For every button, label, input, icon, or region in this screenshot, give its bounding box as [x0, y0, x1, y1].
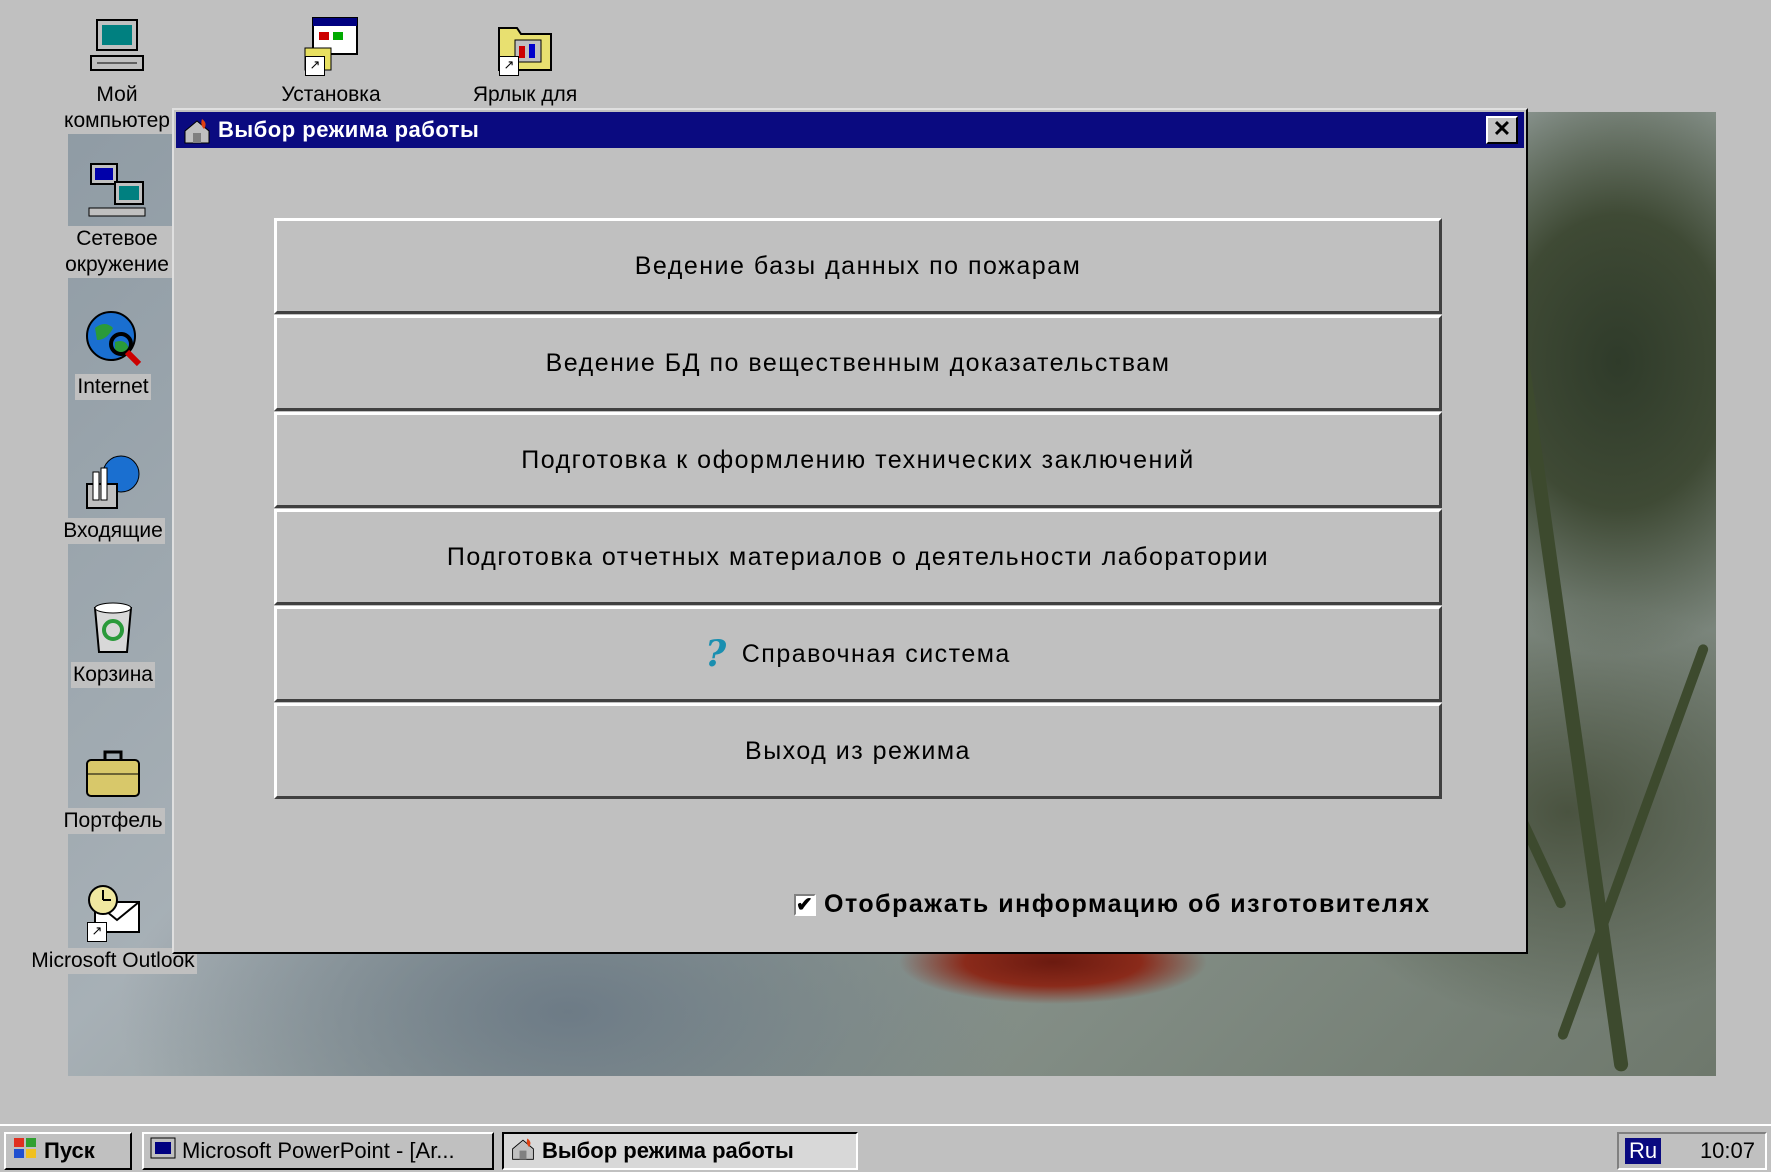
taskbar: Пуск Microsoft PowerPoint - [Ar... Выбор…: [0, 1124, 1771, 1172]
clock[interactable]: 10:07: [1700, 1138, 1755, 1164]
windows-logo-icon: [12, 1136, 38, 1166]
desktop-icon-label: Internet: [75, 374, 151, 400]
desktop-icon-network[interactable]: Сетевое окружение: [42, 158, 192, 278]
wallpaper-branch: [1556, 642, 1710, 1042]
help-question-icon: ?: [705, 633, 728, 675]
network-computers-icon: [85, 158, 149, 222]
show-vendor-info-checkbox[interactable]: ✔: [794, 893, 816, 916]
exit-mode-button[interactable]: Выход из режима: [274, 703, 1442, 799]
desktop-icon-label: Входящие: [61, 518, 165, 544]
folder-tools-icon: ↗: [493, 14, 557, 78]
recycle-bin-icon: [81, 594, 145, 658]
checkmark-icon: ✔: [796, 893, 815, 916]
setup-window-icon: ↗: [299, 14, 363, 78]
evidence-database-button[interactable]: Ведение БД по вещественным доказательств…: [274, 315, 1442, 411]
powerpoint-icon: [150, 1137, 176, 1165]
button-label: Справочная система: [741, 639, 1011, 668]
button-label: Выход из режима: [745, 736, 971, 765]
language-indicator[interactable]: Ru: [1625, 1138, 1662, 1164]
shortcut-arrow-icon: ↗: [499, 56, 519, 76]
desktop-icon-label: Корзина: [71, 662, 155, 688]
desktop-icon-shortcut[interactable]: ↗ Ярлык для: [450, 14, 600, 108]
desktop-icon-recycle-bin[interactable]: Корзина: [38, 594, 188, 688]
task-label: Выбор режима работы: [542, 1138, 794, 1163]
desktop-icon-label: Ярлык для: [470, 82, 580, 108]
inbox-tray-icon: [81, 450, 145, 514]
button-label: Подготовка к оформлению технических закл…: [521, 445, 1195, 474]
desktop-icon-briefcase[interactable]: Портфель: [38, 740, 188, 834]
desktop-icon-label: Установка: [279, 82, 383, 108]
taskbar-task-powerpoint[interactable]: Microsoft PowerPoint - [Ar...: [142, 1132, 494, 1170]
desktop-icon-setup[interactable]: ↗ Установка: [256, 14, 406, 108]
desktop-icon-label: Портфель: [61, 808, 165, 834]
start-label: Пуск: [44, 1138, 95, 1163]
outlook-clock-envelope-icon: ↗: [81, 880, 145, 944]
checkbox-label: Отображать информацию об изготовителях: [824, 890, 1431, 918]
button-label: Ведение БД по вещественным доказательств…: [545, 348, 1171, 377]
technical-conclusions-button[interactable]: Подготовка к оформлению технических закл…: [274, 412, 1442, 508]
button-label: Ведение базы данных по пожарам: [634, 251, 1082, 280]
button-label: Подготовка отчетных материалов о деятель…: [446, 542, 1270, 571]
dialog-title: Выбор режима работы: [218, 117, 480, 142]
task-label: Microsoft PowerPoint - [Ar...: [182, 1138, 455, 1163]
help-system-button[interactable]: ? Справочная система: [274, 606, 1442, 702]
computer-icon: [85, 14, 149, 78]
show-vendor-info-option[interactable]: ✔ Отображать информацию об изготовителях: [794, 890, 1431, 919]
shortcut-arrow-icon: ↗: [87, 922, 107, 942]
close-button[interactable]: ✕: [1486, 116, 1518, 144]
mode-selection-dialog: Выбор режима работы ✕ Ведение базы данны…: [172, 108, 1528, 954]
desktop-icon-label: Сетевое окружение: [55, 226, 179, 278]
desktop-icon-internet[interactable]: Internet: [38, 306, 188, 400]
globe-magnifier-icon: [81, 306, 145, 370]
taskbar-task-mode-selection[interactable]: Выбор режима работы: [502, 1132, 858, 1170]
desktop-icon-inbox[interactable]: Входящие: [38, 450, 188, 544]
desktop-icon-my-computer[interactable]: Мой компьютер: [42, 14, 192, 134]
system-tray: Ru 10:07: [1617, 1132, 1767, 1170]
close-icon: ✕: [1492, 116, 1512, 141]
start-button[interactable]: Пуск: [4, 1132, 132, 1170]
fire-house-icon: [510, 1135, 536, 1167]
fire-database-button[interactable]: Ведение базы данных по пожарам: [274, 218, 1442, 314]
briefcase-icon: [81, 740, 145, 804]
fire-house-icon: [182, 115, 212, 145]
shortcut-arrow-icon: ↗: [305, 56, 325, 76]
lab-reports-button[interactable]: Подготовка отчетных материалов о деятель…: [274, 509, 1442, 605]
desktop-icon-label: Мой компьютер: [42, 82, 192, 134]
dialog-titlebar[interactable]: Выбор режима работы ✕: [176, 112, 1524, 148]
